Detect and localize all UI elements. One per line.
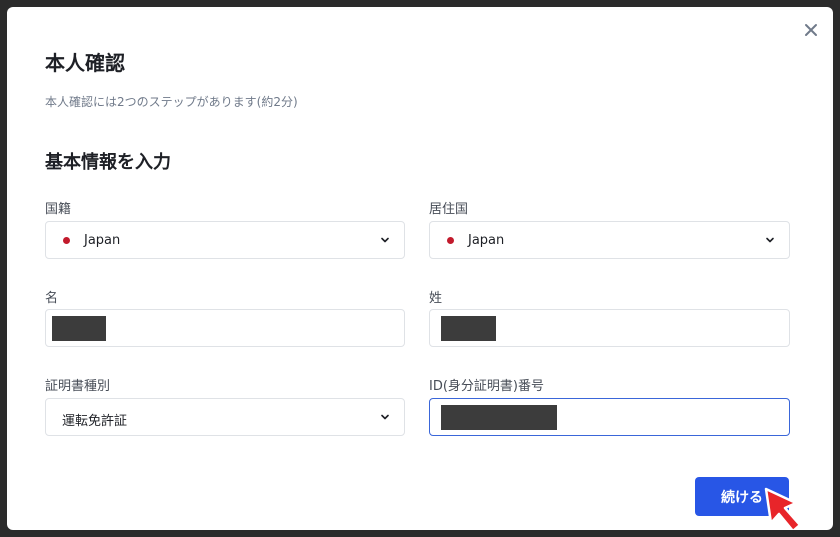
- identity-verification-dialog: 本人確認 本人確認には2つのステップがあります(約2分) 基本情報を入力 国籍 …: [7, 7, 833, 530]
- close-button[interactable]: [802, 21, 820, 39]
- chevron-down-icon: [379, 411, 391, 423]
- redacted-value: [441, 405, 557, 430]
- chevron-down-icon: [379, 234, 391, 246]
- last-name-input[interactable]: [429, 309, 790, 347]
- redacted-value: [52, 316, 106, 341]
- document-type-label: 証明書種別: [45, 379, 111, 394]
- id-number-input[interactable]: [429, 398, 790, 436]
- section-title: 基本情報を入力: [45, 152, 171, 173]
- last-name-label: 姓: [429, 291, 443, 306]
- nationality-label: 国籍: [45, 202, 72, 217]
- dialog-subtitle: 本人確認には2つのステップがあります(約2分): [45, 95, 298, 109]
- japan-flag-icon: [63, 237, 70, 244]
- id-number-label: ID(身分証明書)番号: [429, 379, 544, 394]
- document-type-value: 運転免許証: [62, 414, 128, 429]
- chevron-down-icon: [764, 234, 776, 246]
- continue-button[interactable]: 続ける: [695, 477, 789, 516]
- first-name-label: 名: [45, 291, 59, 306]
- first-name-input[interactable]: [45, 309, 405, 347]
- document-type-select[interactable]: 運転免許証: [45, 398, 405, 436]
- japan-flag-icon: [447, 237, 454, 244]
- nationality-value: Japan: [84, 233, 121, 248]
- residence-value: Japan: [468, 233, 505, 248]
- residence-select[interactable]: Japan: [429, 221, 790, 259]
- close-icon: [805, 24, 817, 36]
- nationality-select[interactable]: Japan: [45, 221, 405, 259]
- dialog-title: 本人確認: [45, 51, 125, 75]
- residence-label: 居住国: [429, 202, 469, 217]
- redacted-value: [441, 316, 496, 341]
